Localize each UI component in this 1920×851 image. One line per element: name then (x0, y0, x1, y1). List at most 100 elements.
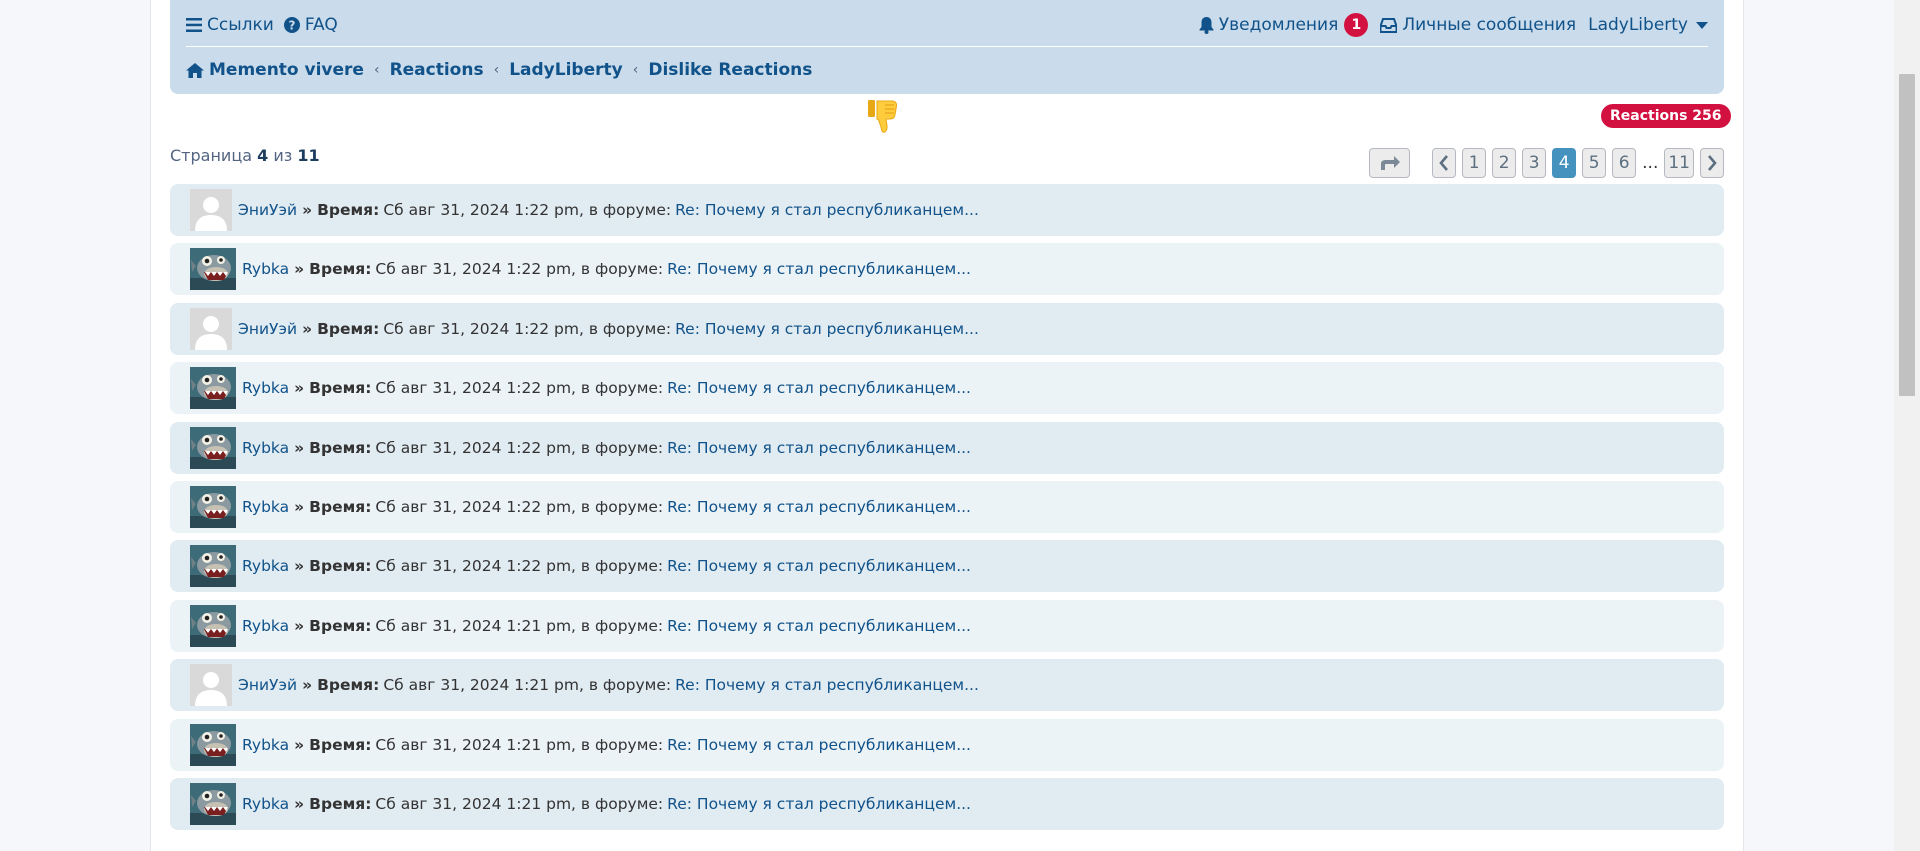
faq-link[interactable]: ? FAQ (283, 15, 338, 35)
time-label: Время: (309, 260, 372, 279)
entry-separator: » (294, 794, 305, 813)
notifications-link[interactable]: Уведомления 1 (1199, 13, 1369, 37)
scrollbar[interactable] (1894, 0, 1920, 851)
topic-link[interactable]: Re: Почему я стал республиканцем... (675, 320, 979, 338)
entry-separator: » (302, 201, 313, 219)
nav-divider (186, 46, 1708, 47)
username-link[interactable]: Rybka (242, 498, 289, 516)
page-button-2[interactable]: 2 (1492, 148, 1517, 178)
avatar[interactable] (190, 485, 236, 528)
time-label: Время: (309, 379, 372, 398)
navbar: Ссылки ? FAQ Уведомления 1 Личные сообще… (170, 0, 1724, 94)
username-link[interactable]: Rybka (242, 736, 289, 754)
time-label: Время: (309, 557, 372, 576)
notifications-count-badge: 1 (1344, 13, 1369, 37)
entry-time: Сб авг 31, 2024 1:21 pm, в форуме: (375, 735, 664, 754)
topic-link[interactable]: Re: Почему я стал республиканцем... (667, 617, 971, 635)
breadcrumb-home[interactable]: Memento vivere (186, 60, 364, 80)
list-item: Rybka » Время: Сб авг 31, 2024 1:21 pm, в ф… (170, 777, 1724, 830)
page-info-current: 4 (257, 146, 269, 165)
breadcrumb-reactions[interactable]: Reactions (390, 60, 484, 80)
entry-separator: » (294, 260, 305, 279)
entry-time: Сб авг 31, 2024 1:22 pm, в форуме: (383, 319, 672, 338)
avatar[interactable] (190, 307, 232, 350)
avatar[interactable] (190, 604, 236, 647)
avatar[interactable] (190, 782, 236, 825)
time-label: Время: (309, 616, 372, 635)
page-info-prefix: Страница (170, 146, 253, 165)
page-container: Ссылки ? FAQ Уведомления 1 Личные сообще… (150, 0, 1744, 851)
entry-time: Сб авг 31, 2024 1:21 pm, в форуме: (375, 794, 664, 813)
topic-link[interactable]: Re: Почему я стал республиканцем... (667, 795, 971, 813)
topic-link[interactable]: Re: Почему я стал республиканцем... (667, 498, 971, 516)
nav-left: Ссылки ? FAQ (186, 15, 348, 35)
avatar[interactable] (190, 545, 236, 588)
breadcrumb-separator-icon: ‹ (632, 62, 639, 78)
topic-link[interactable]: Re: Почему я стал республиканцем... (675, 676, 979, 694)
page-button-4-current[interactable]: 4 (1552, 148, 1577, 178)
jump-to-page-button[interactable] (1369, 148, 1411, 178)
avatar[interactable] (190, 723, 236, 766)
list-item: ЭниУэй » Время: Сб авг 31, 2024 1:22 pm, в … (170, 302, 1724, 355)
scrollbar-thumb[interactable] (1899, 74, 1915, 396)
entry-separator: » (294, 557, 305, 576)
username-link[interactable]: Rybka (242, 617, 289, 635)
topic-link[interactable]: Re: Почему я стал республиканцем... (667, 379, 971, 397)
share-arrow-icon (1380, 156, 1400, 170)
topic-link[interactable]: Re: Почему я стал республиканцем... (667, 260, 971, 278)
next-page-button[interactable] (1700, 148, 1724, 178)
avatar[interactable] (190, 367, 236, 410)
username-link[interactable]: ЭниУэй (238, 676, 297, 694)
breadcrumb-user[interactable]: LadyLiberty (509, 60, 623, 80)
entry-time: Сб авг 31, 2024 1:22 pm, в форуме: (375, 497, 664, 516)
username-link[interactable]: Rybka (242, 260, 289, 278)
previous-page-button[interactable] (1432, 148, 1457, 178)
breadcrumb-dislike-reactions[interactable]: Dislike Reactions (648, 60, 812, 80)
breadcrumb-separator-icon: ‹ (373, 62, 380, 78)
bell-icon (1199, 16, 1214, 34)
quick-links-menu[interactable]: Ссылки (186, 15, 274, 35)
entry-time: Сб авг 31, 2024 1:22 pm, в форуме: (375, 379, 664, 398)
username-link[interactable]: Rybka (242, 557, 289, 575)
page-button-last[interactable]: 11 (1664, 148, 1694, 178)
page-info-middle: из (273, 146, 293, 165)
private-messages-label: Личные сообщения (1402, 15, 1577, 35)
avatar[interactable] (190, 248, 236, 291)
time-label: Время: (309, 497, 372, 516)
hamburger-icon (186, 18, 202, 32)
list-item: Rybka » Время: Сб авг 31, 2024 1:22 pm, в ф… (170, 362, 1724, 415)
topic-link[interactable]: Re: Почему я стал республиканцем... (667, 736, 971, 754)
username-link[interactable]: Rybka (242, 379, 289, 397)
entry-time: Сб авг 31, 2024 1:22 pm, в форуме: (375, 260, 664, 279)
avatar[interactable] (190, 426, 236, 469)
list-item: Rybka » Время: Сб авг 31, 2024 1:22 pm, в ф… (170, 421, 1724, 474)
list-item: Rybka » Время: Сб авг 31, 2024 1:22 pm, в ф… (170, 540, 1724, 593)
username-link[interactable]: Rybka (242, 439, 289, 457)
topic-link[interactable]: Re: Почему я стал республиканцем... (667, 439, 971, 457)
topic-link[interactable]: Re: Почему я стал республиканцем... (675, 201, 979, 219)
username-link[interactable]: ЭниУэй (238, 320, 297, 338)
entry-separator: » (302, 676, 313, 695)
private-messages-link[interactable]: Личные сообщения (1380, 15, 1576, 35)
username-label: LadyLiberty (1588, 15, 1688, 35)
username-link[interactable]: Rybka (242, 795, 289, 813)
list-item: Rybka » Время: Сб авг 31, 2024 1:21 pm, в ф… (170, 599, 1724, 652)
user-menu[interactable]: LadyLiberty (1588, 15, 1708, 35)
page-button-3[interactable]: 3 (1522, 148, 1547, 178)
entry-time: Сб авг 31, 2024 1:21 pm, в форуме: (383, 676, 672, 695)
topic-link[interactable]: Re: Почему я стал республиканцем... (667, 557, 971, 575)
list-item: Rybka » Время: Сб авг 31, 2024 1:21 pm, в ф… (170, 718, 1724, 771)
username-link[interactable]: ЭниУэй (238, 201, 297, 219)
entry-time: Сб авг 31, 2024 1:22 pm, в форуме: (375, 557, 664, 576)
entry-time: Сб авг 31, 2024 1:22 pm, в форуме: (383, 201, 672, 219)
inbox-icon (1380, 17, 1398, 33)
entry-separator: » (294, 438, 305, 457)
home-icon (186, 62, 204, 78)
avatar[interactable] (190, 189, 232, 231)
avatar[interactable] (190, 664, 232, 707)
reactions-count-badge: Reactions 256 (1601, 104, 1731, 128)
page-button-1[interactable]: 1 (1462, 148, 1487, 178)
time-label: Время: (317, 201, 380, 219)
page-button-5[interactable]: 5 (1582, 148, 1607, 178)
page-button-6[interactable]: 6 (1612, 148, 1637, 178)
